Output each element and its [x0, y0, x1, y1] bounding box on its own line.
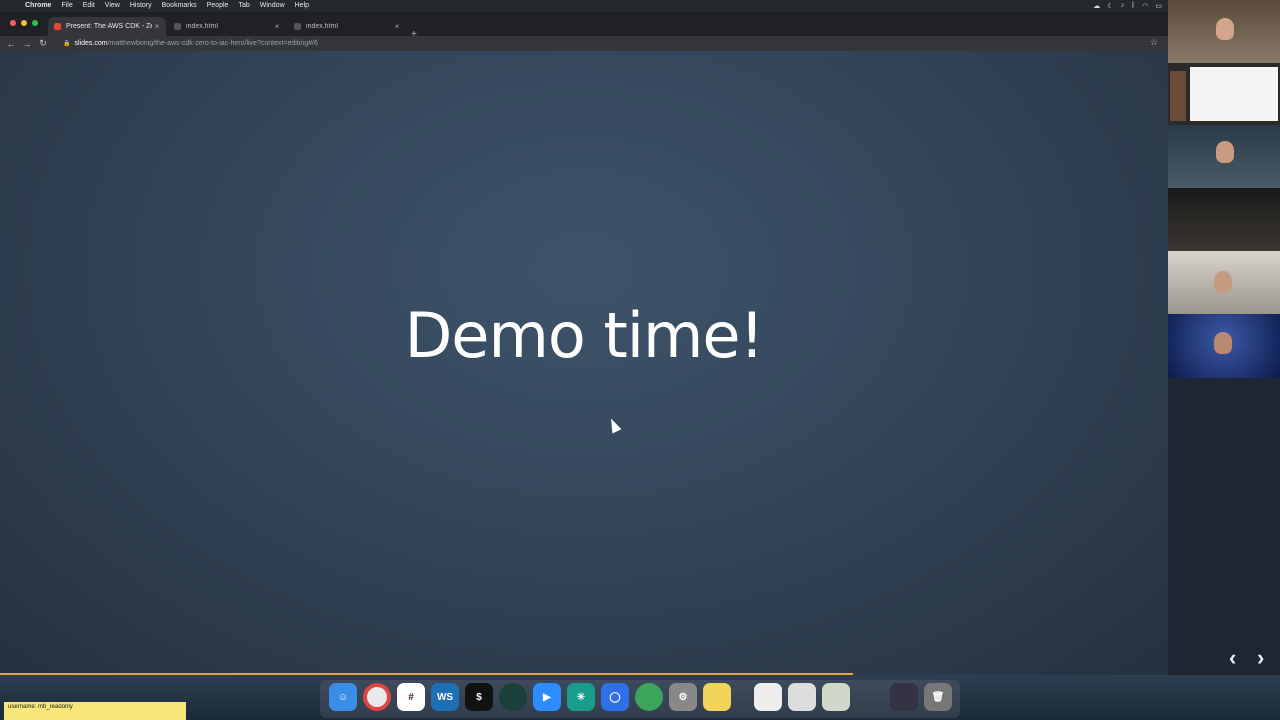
- gallery-strip: [1170, 71, 1186, 121]
- participant-screen-share[interactable]: [1168, 63, 1280, 125]
- zoom-icon[interactable]: ▶: [533, 683, 561, 711]
- participant-video-2[interactable]: [1168, 125, 1280, 188]
- menu-history[interactable]: History: [125, 0, 157, 12]
- chrome-toolbar: ← → ↻ 🔒 slides.com /matthewbonig/the-aws…: [0, 36, 1168, 51]
- tab-title: index.html: [306, 23, 338, 30]
- participant-video-4[interactable]: [1168, 251, 1280, 314]
- document-icon[interactable]: [754, 683, 782, 711]
- minimize-window-button[interactable]: [21, 20, 27, 26]
- globe-icon: [294, 23, 301, 30]
- menu-file[interactable]: File: [56, 0, 77, 12]
- moon-icon[interactable]: ☾: [1107, 2, 1113, 10]
- battery-icon[interactable]: ▭: [1155, 2, 1162, 10]
- tab-present-slides[interactable]: Present: The AWS CDK - Zero ×: [48, 17, 166, 36]
- participant-face: [1216, 18, 1234, 40]
- webstorm-icon[interactable]: WS: [431, 683, 459, 711]
- bookmark-star-icon[interactable]: ☆: [1150, 37, 1158, 48]
- menu-bookmarks[interactable]: Bookmarks: [157, 0, 202, 12]
- cloud-icon[interactable]: ☁: [1093, 2, 1100, 10]
- preview-thumbnail-icon[interactable]: [822, 683, 850, 711]
- address-bar[interactable]: 🔒 slides.com /matthewbonig/the-aws-cdk-z…: [63, 40, 318, 47]
- presentation-slide[interactable]: Demo time! ‹ ›: [0, 51, 1264, 675]
- status-icons: ☁ ☾ ♪ ᛒ ◠ ▭: [1093, 2, 1168, 10]
- url-host: slides.com: [74, 40, 108, 47]
- close-window-button[interactable]: [10, 20, 16, 26]
- notes-icon[interactable]: [703, 683, 731, 711]
- participant-video-3[interactable]: [1168, 188, 1280, 251]
- menu-window[interactable]: Window: [255, 0, 290, 12]
- zoom-window-button[interactable]: [32, 20, 38, 26]
- reload-icon[interactable]: ↻: [35, 38, 51, 49]
- screenshot-stack-icon[interactable]: [890, 683, 918, 711]
- forward-arrow-icon[interactable]: →: [19, 39, 35, 49]
- menu-edit[interactable]: Edit: [78, 0, 100, 12]
- sticky-note: username: mb_readonly: [4, 702, 186, 720]
- tab-index-html-1[interactable]: index.html ×: [168, 17, 286, 36]
- participant-video-5[interactable]: [1168, 314, 1280, 378]
- participant-face: [1214, 271, 1232, 293]
- signal-icon[interactable]: ◯: [601, 683, 629, 711]
- system-preferences-icon[interactable]: ⚙: [669, 683, 697, 711]
- lock-icon: 🔒: [63, 41, 71, 47]
- tab-index-html-2[interactable]: index.html ×: [288, 17, 406, 36]
- menu-tab[interactable]: Tab: [233, 0, 254, 12]
- spark-icon[interactable]: ✳: [567, 683, 595, 711]
- next-slide-arrow-icon[interactable]: ›: [1257, 645, 1264, 671]
- volume-icon[interactable]: ♪: [1121, 2, 1125, 10]
- mail-thumbnail-icon[interactable]: [788, 683, 816, 711]
- chrome-icon[interactable]: [363, 683, 391, 711]
- slack-icon[interactable]: #: [397, 683, 425, 711]
- close-tab-icon[interactable]: ×: [152, 22, 162, 31]
- chrome-tab-strip: Present: The AWS CDK - Zero × index.html…: [0, 12, 1168, 40]
- bluetooth-icon[interactable]: ᛒ: [1131, 2, 1135, 10]
- macos-menu-bar: Chrome File Edit View History Bookmarks …: [0, 0, 1168, 12]
- slide-title: Demo time!: [404, 299, 765, 372]
- close-tab-icon[interactable]: ×: [392, 22, 402, 31]
- prev-slide-arrow-icon[interactable]: ‹: [1229, 645, 1236, 671]
- globe-icon: [174, 23, 181, 30]
- shared-screen-thumbnail: [1190, 67, 1278, 121]
- participant-face: [1216, 141, 1234, 163]
- terminal-icon[interactable]: $: [465, 683, 493, 711]
- menu-view[interactable]: View: [100, 0, 125, 12]
- mouse-cursor-icon: [606, 416, 622, 434]
- url-path: /matthewbonig/the-aws-cdk-zero-to-iac-he…: [107, 40, 318, 47]
- tab-title: index.html: [186, 23, 218, 30]
- participant-face: [1214, 332, 1232, 354]
- back-arrow-icon[interactable]: ←: [3, 39, 19, 49]
- browser-icon[interactable]: [635, 683, 663, 711]
- participant-video-1[interactable]: [1168, 0, 1280, 63]
- finder-icon[interactable]: ☺: [329, 683, 357, 711]
- tab-title: Present: The AWS CDK - Zero: [66, 23, 152, 30]
- slides-favicon-icon: [54, 23, 61, 30]
- video-participants-panel: [1168, 0, 1280, 378]
- menu-app-chrome[interactable]: Chrome: [20, 0, 56, 12]
- menu-help[interactable]: Help: [290, 0, 314, 12]
- trash-icon[interactable]: 🗑: [924, 683, 952, 711]
- menu-people[interactable]: People: [202, 0, 234, 12]
- gitkraken-icon[interactable]: [499, 683, 527, 711]
- wifi-icon[interactable]: ◠: [1142, 2, 1148, 10]
- close-tab-icon[interactable]: ×: [272, 22, 282, 31]
